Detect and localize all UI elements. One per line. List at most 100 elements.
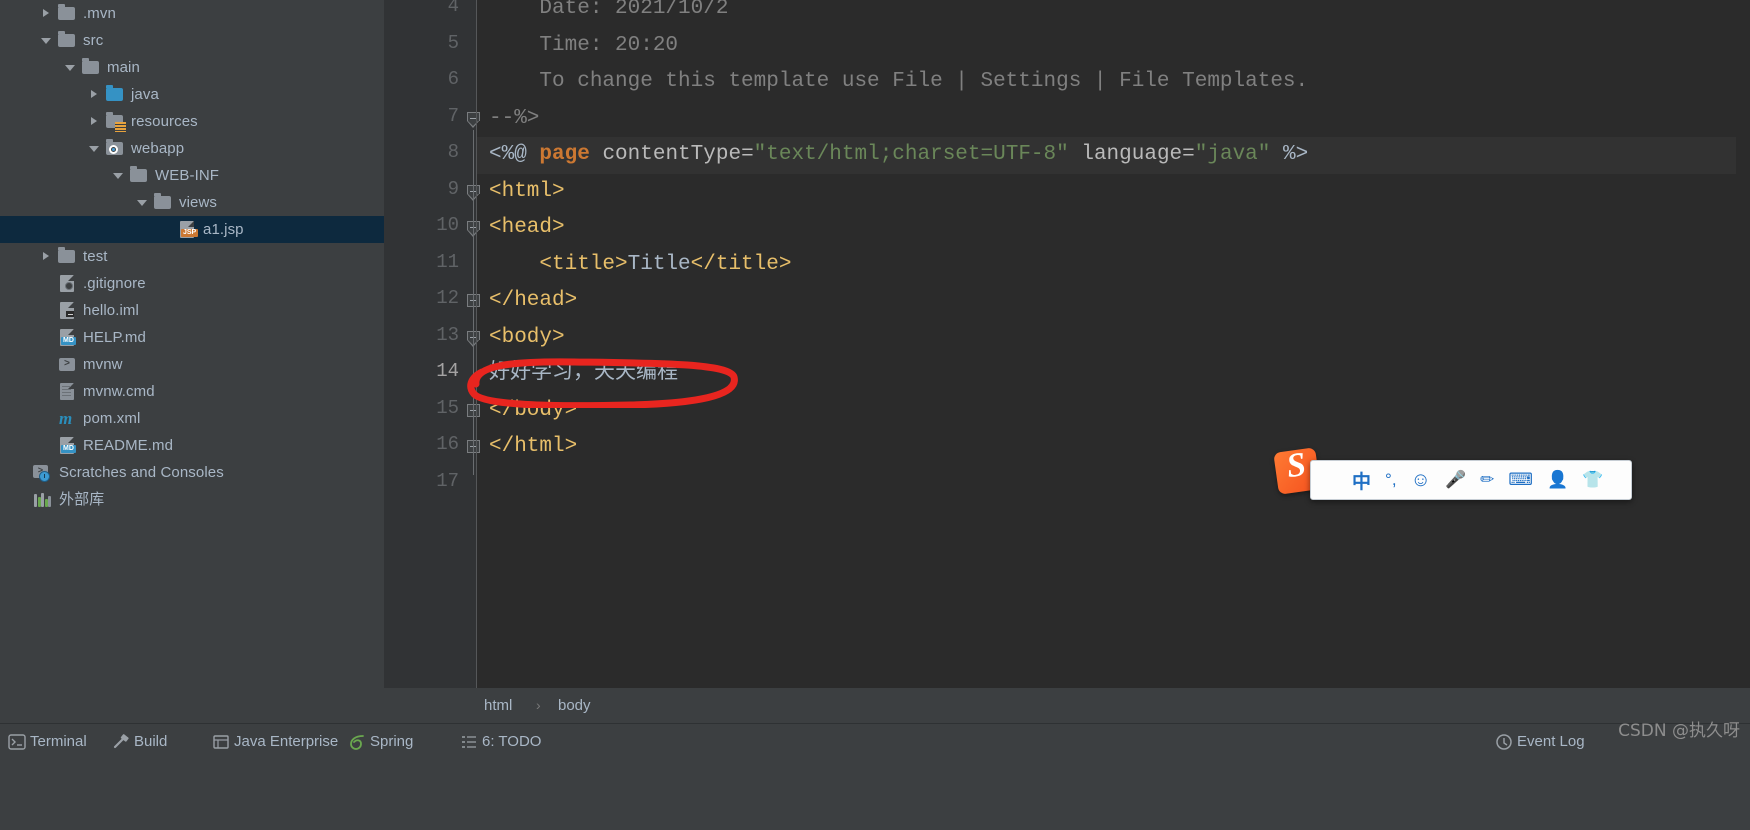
shell-script-icon: > — [56, 351, 78, 378]
code-line-17[interactable] — [477, 466, 489, 503]
chevron-right-icon — [43, 9, 49, 17]
tool-window-event-log[interactable]: Event Log — [1517, 730, 1585, 754]
tree-item-label: main — [107, 59, 140, 76]
tree-twisty[interactable] — [86, 108, 104, 135]
tree-row--gitignore[interactable]: .gitignore — [0, 270, 384, 297]
code-line-13[interactable]: <body> — [477, 320, 565, 357]
project-tree-panel[interactable]: .mvn src main java resources webapp WEB-INF vie… — [0, 0, 384, 723]
code-line-6[interactable]: To change this template use File | Setti… — [477, 64, 1308, 101]
tree-row-web-inf[interactable]: WEB-INF — [0, 162, 384, 189]
line-number-17: 17 — [436, 469, 459, 492]
ime-button-punctuation[interactable]: °, — [1385, 467, 1397, 493]
tool-window-spring[interactable]: Spring — [370, 730, 413, 754]
tree-item-label: Scratches and Consoles — [59, 464, 224, 481]
folder-icon — [56, 243, 78, 270]
ime-button-user-account[interactable]: 👤 — [1547, 467, 1568, 493]
tree-row--mvn[interactable]: .mvn — [0, 0, 384, 27]
code-line-8[interactable]: <%@ page contentType="text/html;charset=… — [477, 137, 1308, 174]
editor-gutter[interactable]: 4 5 6 7 8 9 10 11 12 13 14 15 16 17 — [384, 0, 480, 723]
ime-toolbar[interactable]: 中 °, ☺ 🎤 ✏ ⌨ 👤 👕 — [1310, 460, 1632, 500]
code-line-14[interactable]: 好好学习，天天编程 — [477, 356, 678, 393]
tree-row-a1-jsp[interactable]: JSP a1.jsp — [0, 216, 384, 243]
code-line-12[interactable]: </head> — [477, 283, 577, 320]
tool-window-java-enterprise[interactable]: Java Enterprise — [234, 730, 338, 754]
line-number-12: 12 — [436, 287, 459, 309]
tree-item-label: WEB-INF — [155, 167, 220, 184]
tree-row-hello-iml[interactable]: hello.iml — [0, 297, 384, 324]
chevron-down-icon — [113, 173, 123, 179]
ime-button-handwriting[interactable]: ✏ — [1480, 467, 1494, 493]
code-line-5[interactable]: Time: 20:20 — [477, 28, 678, 65]
tree-twisty — [38, 351, 56, 378]
tree-twisty — [38, 405, 56, 432]
chevron-right-icon — [91, 117, 97, 125]
tree-row-mvnw-cmd[interactable]: mvnw.cmd — [0, 378, 384, 405]
tree-twisty[interactable] — [110, 162, 128, 189]
ime-button-skin-theme[interactable]: 👕 — [1582, 467, 1603, 493]
line-number-16: 16 — [436, 433, 459, 455]
code-token: <head> — [489, 216, 565, 239]
tree-row-views[interactable]: views — [0, 189, 384, 216]
code-token: </body> — [489, 398, 578, 422]
tree-row-mvnw[interactable]: > mvnw — [0, 351, 384, 378]
tree-row-scratches-and-consoles[interactable]: > Scratches and Consoles — [0, 459, 384, 486]
tree-row-pom-xml[interactable]: m pom.xml — [0, 405, 384, 432]
tool-window-terminal[interactable]: Terminal — [30, 730, 87, 754]
tree-twisty[interactable] — [62, 54, 80, 81]
iml-file-icon — [56, 297, 78, 324]
ime-button-emoji[interactable]: ☺ — [1411, 467, 1431, 493]
code-editor[interactable]: 4 5 6 7 8 9 10 11 12 13 14 15 16 17 Date: 2021/10/2 T… — [384, 0, 1750, 723]
code-token: language= — [1068, 143, 1195, 166]
tree-twisty[interactable] — [86, 81, 104, 108]
tree-row-resources[interactable]: resources — [0, 108, 384, 135]
java-enterprise-icon — [212, 733, 230, 751]
tool-window-bar[interactable]: Terminal Build Java Enterprise Spring 6: TOD… — [0, 723, 1750, 830]
tree-row-java[interactable]: java — [0, 81, 384, 108]
code-line-11[interactable]: <title>Title</title> — [477, 247, 791, 284]
tree-row-test[interactable]: test — [0, 243, 384, 270]
code-line-10[interactable]: <head> — [477, 210, 565, 247]
tree-row-readme-md[interactable]: MD README.md — [0, 432, 384, 459]
tree-twisty[interactable] — [38, 0, 56, 27]
breadcrumb-item-body[interactable]: body — [558, 688, 591, 723]
tree-twisty[interactable] — [38, 243, 56, 270]
breadcrumb[interactable]: html › body — [384, 688, 1750, 723]
ime-button-voice-input[interactable]: 🎤 — [1445, 467, 1466, 493]
editor-code-area[interactable]: Date: 2021/10/2 Time: 20:20 To change th… — [477, 0, 1750, 723]
folder-icon — [152, 189, 174, 216]
code-token: page — [539, 143, 590, 166]
line-number-14: 14 — [436, 360, 459, 382]
tree-row-src[interactable]: src — [0, 27, 384, 54]
ime-button-chinese-mode[interactable]: 中 — [1352, 467, 1371, 493]
chevron-right-icon — [43, 252, 49, 260]
line-number-8: 8 — [447, 141, 459, 163]
tree-row-webapp[interactable]: webapp — [0, 135, 384, 162]
folder-icon — [128, 162, 150, 189]
code-line-15[interactable]: </body> — [477, 393, 577, 430]
scratches-icon: > — [32, 459, 54, 486]
folder-icon — [80, 54, 102, 81]
editor-scrollbar[interactable] — [1736, 0, 1750, 723]
code-token: To change this template use File | Setti… — [489, 70, 1309, 93]
tree-row-外部库[interactable]: 外部库 — [0, 486, 384, 513]
code-token: contentType= — [589, 143, 754, 166]
tool-window-build[interactable]: Build — [134, 730, 167, 754]
code-line-7[interactable]: --%> — [477, 101, 539, 138]
tree-item-label: views — [179, 194, 218, 211]
code-line-16[interactable]: </html> — [477, 429, 577, 466]
line-number-15: 15 — [436, 396, 459, 419]
breadcrumb-item-html[interactable]: html — [484, 688, 512, 723]
tree-row-help-md[interactable]: MD HELP.md — [0, 324, 384, 351]
tree-twisty[interactable] — [134, 189, 152, 216]
code-line-4[interactable]: Date: 2021/10/2 — [477, 0, 728, 28]
code-line-9[interactable]: <html> — [477, 174, 565, 211]
tree-twisty — [38, 270, 56, 297]
ime-button-soft-keyboard[interactable]: ⌨ — [1508, 467, 1533, 493]
chevron-down-icon — [137, 200, 147, 206]
tree-twisty[interactable] — [38, 27, 56, 54]
tree-row-main[interactable]: main — [0, 54, 384, 81]
chevron-right-icon — [91, 90, 97, 98]
chevron-down-icon — [41, 38, 51, 44]
tree-twisty[interactable] — [86, 135, 104, 162]
tool-window-6-todo[interactable]: 6: TODO — [482, 730, 541, 754]
